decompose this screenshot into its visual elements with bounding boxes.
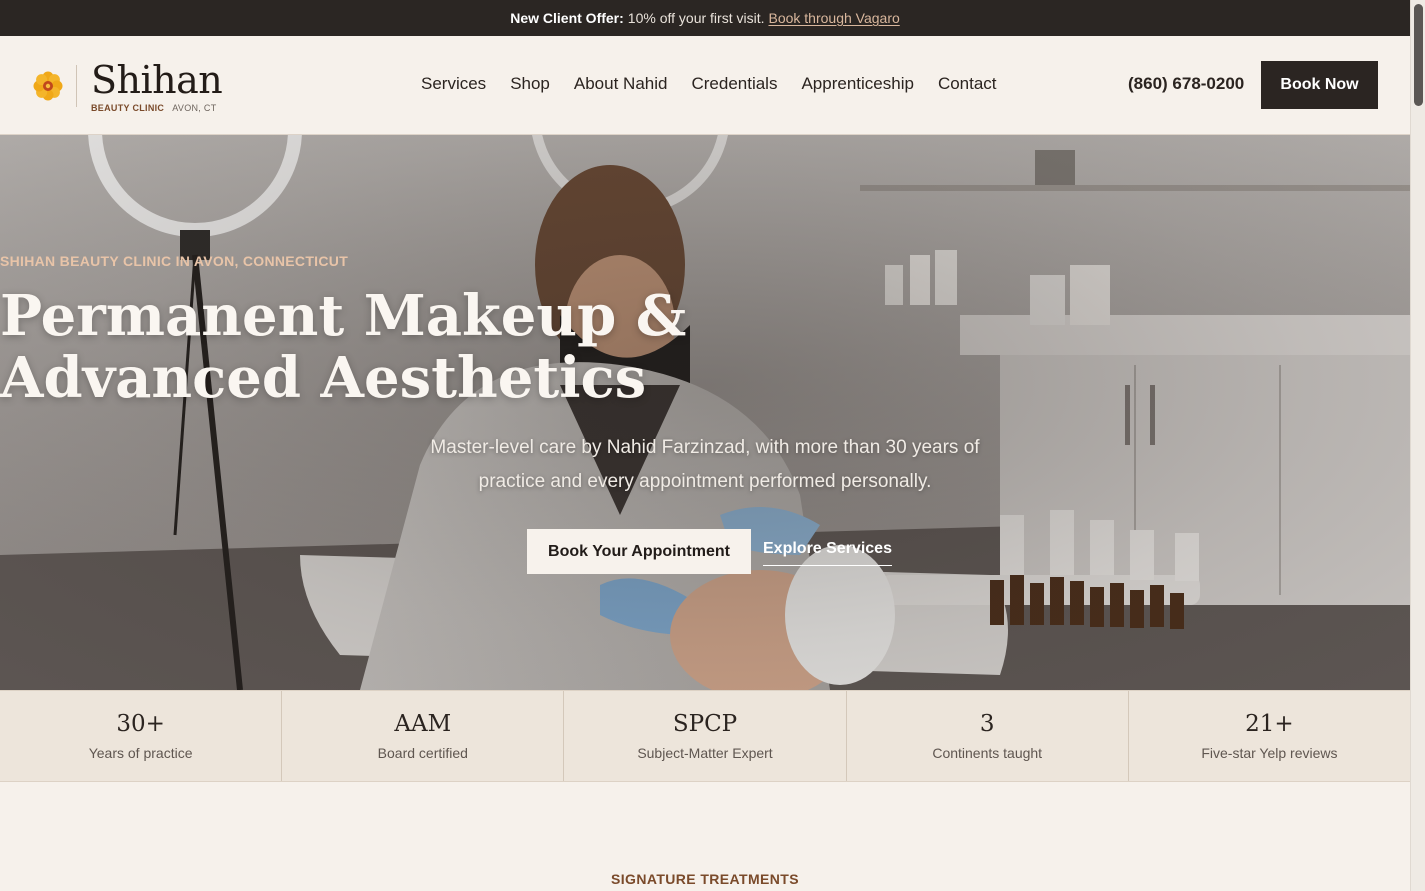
nav-item-credentials[interactable]: Credentials (691, 74, 777, 94)
offer-label: New Client Offer: (510, 10, 624, 26)
stat-label: Five-star Yelp reviews (1201, 745, 1338, 761)
stat-item: SPCP Subject-Matter Expert (564, 691, 847, 781)
brand-subline: BEAUTY CLINIC AVON, CT (91, 103, 222, 113)
stat-label: Subject-Matter Expert (637, 745, 773, 761)
stat-value: SPCP (672, 711, 738, 737)
nav-item-about[interactable]: About Nahid (574, 74, 668, 94)
main-nav: Services Shop About Nahid Credentials Ap… (421, 74, 997, 94)
stat-value: AAM (394, 711, 452, 737)
vagaro-booking-link[interactable]: Book through Vagaro (768, 10, 899, 26)
stat-value: 3 (979, 711, 995, 737)
page-scrollbar[interactable] (1410, 0, 1425, 891)
nav-item-contact[interactable]: Contact (938, 74, 997, 94)
flower-icon (33, 71, 63, 101)
logo-text: Shihan BEAUTY CLINIC AVON, CT (91, 57, 223, 113)
stat-label: Board certified (377, 745, 468, 761)
stat-label: Years of practice (88, 745, 193, 761)
book-now-button[interactable]: Book Now (1261, 61, 1378, 109)
nav-item-services[interactable]: Services (421, 74, 486, 94)
scrollbar-thumb[interactable] (1414, 4, 1423, 106)
hero-section: SHIHAN BEAUTY CLINIC IN AVON, CONNECTICU… (0, 135, 1410, 690)
stat-item: 3 Continents taught (847, 691, 1129, 781)
stat-label: Continents taught (932, 745, 1043, 761)
hero-title-line-2: Advanced Aesthetics (0, 345, 647, 411)
brand-name: Shihan (91, 57, 223, 102)
phone-link[interactable]: (860) 678-0200 (1128, 74, 1244, 94)
brand-location: AVON, CT (172, 102, 217, 113)
logo-divider (76, 65, 77, 107)
stat-value: 21+ (1245, 711, 1294, 737)
hero-subtitle: Master-level care by Nahid Farzinzad, wi… (430, 437, 980, 492)
stat-item: 21+ Five-star Yelp reviews (1129, 691, 1410, 781)
stats-strip: 30+ Years of practice AAM Board certifie… (0, 690, 1410, 782)
nav-item-shop[interactable]: Shop (510, 74, 550, 94)
book-appointment-button[interactable]: Book Your Appointment (527, 529, 751, 574)
brand-subtitle: BEAUTY CLINIC (91, 102, 165, 113)
explore-services-link[interactable]: Explore Services (763, 540, 892, 566)
hero-title-line-1: Permanent Makeup & (0, 283, 687, 349)
nav-item-apprenticeship[interactable]: Apprenticeship (801, 74, 913, 94)
stat-value: 30+ (116, 711, 165, 737)
hero-title: Permanent Makeup & Advanced Aesthetics (0, 285, 1410, 409)
stat-item: AAM Board certified (282, 691, 565, 781)
stat-item: 30+ Years of practice (0, 691, 283, 781)
hero-eyebrow: SHIHAN BEAUTY CLINIC IN AVON, CONNECTICU… (0, 253, 349, 269)
site-header: Shihan BEAUTY CLINIC AVON, CT Services S… (0, 36, 1410, 135)
offer-text: 10% off your first visit. (627, 10, 765, 26)
hero-overlay (0, 135, 1410, 690)
announcement-bar: New Client Offer: 10% off your first vis… (0, 0, 1410, 36)
brand-logo[interactable]: Shihan BEAUTY CLINIC AVON, CT (32, 57, 223, 114)
signature-treatments-eyebrow: SIGNATURE TREATMENTS (611, 871, 799, 887)
